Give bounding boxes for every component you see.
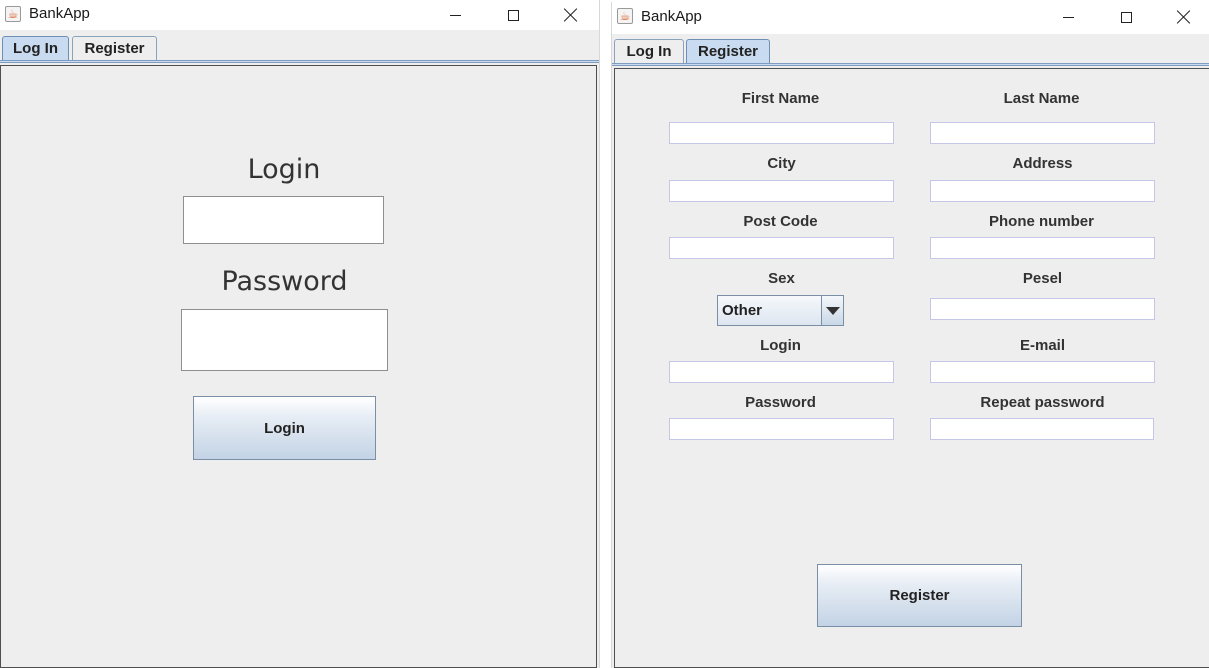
login-window: ☕ BankApp Log In Register Login Password… xyxy=(0,0,600,668)
post-code-label: Post Code xyxy=(743,213,818,230)
close-button[interactable] xyxy=(542,0,599,30)
repeat-password-label: Repeat password xyxy=(980,394,1105,411)
login-button[interactable]: Login xyxy=(193,396,376,460)
window-title: BankApp xyxy=(29,5,90,22)
maximize-icon xyxy=(1120,11,1132,23)
password-input[interactable] xyxy=(181,309,388,371)
city-field[interactable] xyxy=(669,180,894,202)
first-name-field[interactable] xyxy=(669,122,894,144)
java-app-icon: ☕ xyxy=(617,8,633,24)
pesel-label: Pesel xyxy=(1022,270,1063,287)
dropdown-arrow-button[interactable] xyxy=(821,296,843,325)
minimize-button[interactable] xyxy=(426,0,484,30)
phone-number-label: Phone number xyxy=(988,213,1094,230)
title-bar: ☕ BankApp xyxy=(0,0,599,30)
tab-divider xyxy=(0,60,599,63)
register-button[interactable]: Register xyxy=(817,564,1022,627)
maximize-button[interactable] xyxy=(1097,2,1155,32)
close-icon xyxy=(1177,10,1191,24)
sex-selected-value: Other xyxy=(722,302,763,319)
close-icon xyxy=(564,8,578,22)
sex-dropdown[interactable]: Other xyxy=(717,295,844,326)
post-code-field[interactable] xyxy=(669,237,894,259)
login-input[interactable] xyxy=(183,196,384,244)
pesel-field[interactable] xyxy=(930,298,1155,320)
chevron-down-icon xyxy=(825,306,840,315)
last-name-label: Last Name xyxy=(1003,90,1080,107)
java-app-icon: ☕ xyxy=(5,6,21,22)
register-panel: First Name Last Name City Address Post C… xyxy=(614,68,1209,668)
window-title: BankApp xyxy=(641,8,702,25)
minimize-icon xyxy=(1062,16,1074,18)
close-button[interactable] xyxy=(1155,2,1209,32)
tab-log-in[interactable]: Log In xyxy=(2,36,69,60)
password-label: Password xyxy=(745,394,816,411)
login-field[interactable] xyxy=(669,361,894,383)
repeat-password-field[interactable] xyxy=(930,418,1154,440)
password-field[interactable] xyxy=(669,418,894,440)
last-name-field[interactable] xyxy=(930,122,1155,144)
address-field[interactable] xyxy=(930,180,1155,202)
address-label: Address xyxy=(1012,155,1073,172)
minimize-icon xyxy=(449,14,461,16)
password-label: Password xyxy=(221,266,348,297)
phone-number-field[interactable] xyxy=(930,237,1155,259)
email-label: E-mail xyxy=(1019,337,1065,354)
sex-label: Sex xyxy=(768,270,795,287)
email-field[interactable] xyxy=(930,361,1155,383)
tab-register[interactable]: Register xyxy=(72,36,157,60)
tab-log-in[interactable]: Log In xyxy=(614,39,684,63)
register-window: ☕ BankApp Log In Register First Name Las… xyxy=(611,2,1209,668)
first-name-label: First Name xyxy=(741,90,820,107)
minimize-button[interactable] xyxy=(1039,2,1097,32)
maximize-icon xyxy=(507,9,519,21)
login-label: Login xyxy=(760,337,801,354)
login-panel: Login Password Login xyxy=(0,65,597,668)
tab-divider xyxy=(612,63,1209,66)
tab-register[interactable]: Register xyxy=(686,39,770,63)
title-bar: ☕ BankApp xyxy=(612,2,1209,34)
city-label: City xyxy=(767,155,796,172)
login-label: Login xyxy=(247,154,321,185)
maximize-button[interactable] xyxy=(484,0,542,30)
